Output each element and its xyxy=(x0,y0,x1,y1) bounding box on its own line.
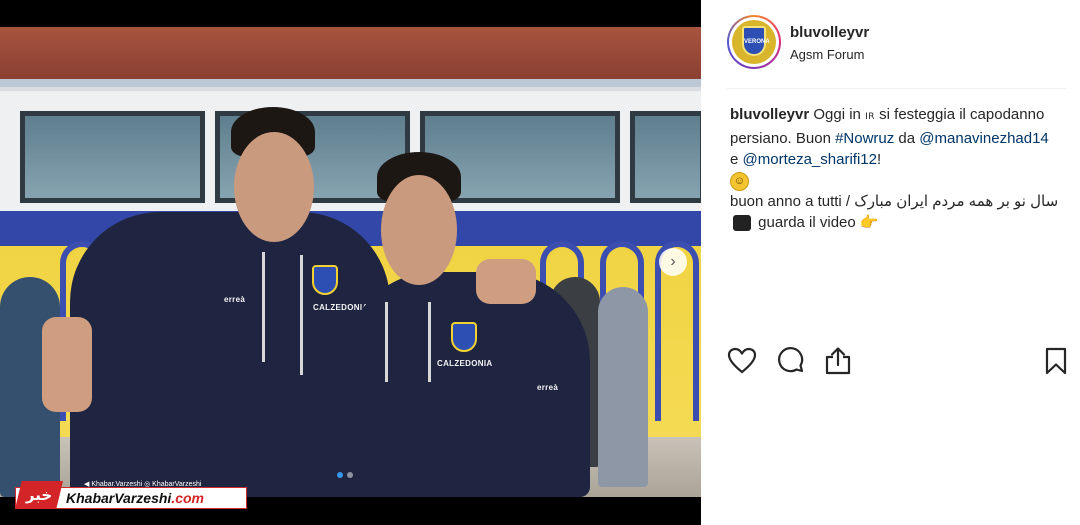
bus-window xyxy=(20,111,205,203)
player-left-face xyxy=(234,132,314,242)
hashtag-link[interactable]: #Nowruz xyxy=(835,130,894,147)
mention-link[interactable]: @morteza_sharifi12 xyxy=(743,151,877,168)
iran-flag-icon: IR xyxy=(865,112,875,122)
watermark-name-tld: .com xyxy=(171,490,204,506)
mention-link[interactable]: @manavinezhad14 xyxy=(919,130,1048,147)
caption-text: buon anno a tutti / xyxy=(730,193,855,210)
hood-string xyxy=(385,302,388,382)
carousel-dot xyxy=(347,472,353,478)
photo-scene: CALZEDONIA erreà CALZEDONIA erreà xyxy=(0,27,701,497)
player-right-face xyxy=(381,175,457,285)
action-bar xyxy=(727,346,1070,378)
post-panel: VERONA bluvolleyvr Agsm Forum bluvolleyv… xyxy=(701,0,1080,525)
team-badge xyxy=(451,322,477,352)
caption-text: ! xyxy=(876,151,882,168)
caption-text: da xyxy=(894,130,920,147)
smile-emoji-icon: ☺ xyxy=(730,171,749,191)
post-photo[interactable]: CALZEDONIA erreà CALZEDONIA erreà › ◀ Kh… xyxy=(0,0,701,525)
shirt-brand: CALZEDONIA xyxy=(437,359,493,368)
heart-icon[interactable] xyxy=(727,346,757,376)
post-username[interactable]: bluvolleyvr xyxy=(790,24,869,41)
hand-on-shoulder xyxy=(476,259,536,304)
bus-window xyxy=(630,111,701,203)
caption-text: e xyxy=(730,151,743,168)
shirt-maker: erreà xyxy=(224,295,246,304)
header-divider xyxy=(727,88,1066,89)
watermark-logo: خبر xyxy=(15,481,63,509)
shirt-maker: erreà xyxy=(537,383,559,392)
persian-greeting: سال نو بر همه مردم ایران مبارک xyxy=(854,193,1059,210)
carousel-dot-active xyxy=(337,472,343,478)
hood-string xyxy=(300,255,303,375)
caption-text: guarda il video xyxy=(754,214,860,231)
post-caption: bluvolleyvr Oggi in IR si festeggia il c… xyxy=(730,104,1060,233)
carousel-next-button[interactable]: › xyxy=(659,248,687,276)
share-icon[interactable] xyxy=(823,346,853,376)
hood-string xyxy=(262,252,265,362)
player-left xyxy=(70,212,390,497)
thumbs-up-hand xyxy=(42,317,92,412)
avatar-logo: VERONA xyxy=(742,26,770,56)
pointing-hand-icon: 👉 xyxy=(859,213,879,231)
caption-username[interactable]: bluvolleyvr xyxy=(730,106,809,123)
hood-string xyxy=(428,302,431,382)
post-location[interactable]: Agsm Forum xyxy=(790,47,864,62)
team-badge xyxy=(312,265,338,295)
building-roof xyxy=(0,27,701,79)
bystander xyxy=(598,287,648,487)
movie-camera-icon xyxy=(733,215,751,232)
carousel-dots xyxy=(337,472,353,478)
bookmark-icon[interactable] xyxy=(1041,346,1071,376)
avatar[interactable]: VERONA xyxy=(727,15,781,69)
caption-text: Oggi in xyxy=(809,106,866,123)
watermark-name-main: KhabarVarzeshi xyxy=(66,490,172,506)
watermark-name: KhabarVarzeshi.com xyxy=(66,490,204,506)
comment-icon[interactable] xyxy=(776,346,806,376)
